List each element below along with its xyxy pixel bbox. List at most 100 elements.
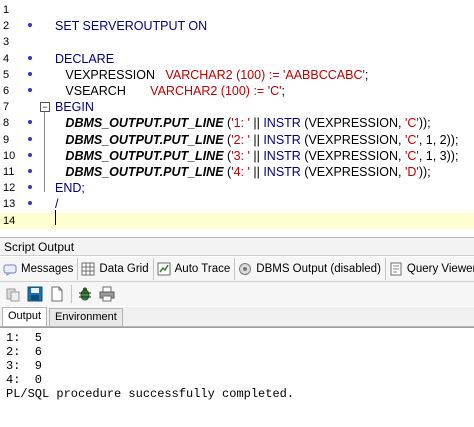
code-line[interactable]: 3	[0, 34, 474, 50]
code-token: , 1, 2));	[418, 132, 459, 147]
code-token: (VEXPRESSION,	[300, 132, 406, 147]
data-grid-icon	[81, 262, 95, 276]
code-token: '3: '	[231, 148, 250, 163]
output-line: PL/SQL procedure successfully completed.	[6, 387, 295, 401]
code-line[interactable]: 7 − BEGIN	[0, 99, 474, 115]
code-text: BEGIN	[55, 99, 94, 115]
code-token: DBMS_OUTPUT.PUT_LINE	[65, 165, 224, 179]
code-token: '1: '	[231, 116, 250, 131]
code-token: ||	[249, 148, 264, 163]
code-line[interactable]: 9 DBMS_OUTPUT.PUT_LINE ('2: ' || INSTR (…	[0, 132, 474, 148]
text-caret	[55, 210, 56, 225]
script-output-area[interactable]: 1: 5 2: 6 3: 9 4: 0 PL/SQL procedure suc…	[0, 327, 474, 427]
code-line[interactable]: 10 DBMS_OUTPUT.PUT_LINE ('3: ' || INSTR …	[0, 148, 474, 164]
line-number: 8	[3, 117, 10, 130]
line-number: 14	[3, 214, 16, 227]
breakpoint-dot-icon[interactable]	[28, 88, 32, 92]
code-token: '2: '	[231, 132, 250, 147]
tab-environment[interactable]: Environment	[49, 308, 123, 326]
new-document-button[interactable]	[48, 285, 66, 303]
breakpoint-dot-icon[interactable]	[28, 152, 32, 157]
fold-toggle-icon[interactable]: −	[40, 102, 50, 113]
code-token: VARCHAR2 (100) :=	[165, 67, 283, 82]
print-button[interactable]	[98, 285, 116, 303]
line-number: 10	[3, 149, 16, 162]
code-line[interactable]: 11 DBMS_OUTPUT.PUT_LINE ('4: ' || INSTR …	[0, 164, 474, 180]
copy-button[interactable]	[4, 285, 22, 303]
printer-icon	[99, 286, 115, 302]
line-number: 13	[3, 198, 16, 211]
code-text: DBMS_OUTPUT.PUT_LINE ('2: ' || INSTR (VE…	[55, 132, 458, 148]
code-line[interactable]: 2 SET SERVEROUTPUT ON	[0, 18, 474, 34]
output-line: 1: 5	[6, 331, 43, 345]
code-token: DBMS_OUTPUT.PUT_LINE	[65, 132, 224, 147]
output-inner-tabs: Output Environment	[0, 307, 474, 327]
save-button[interactable]	[26, 285, 44, 303]
tab-messages-label: Messages	[21, 263, 74, 275]
code-text: VSEARCH VARCHAR2 (100) := 'C';	[55, 83, 285, 99]
code-token: 'C'	[267, 84, 282, 98]
code-token: 'C'	[405, 148, 419, 163]
code-line[interactable]: 13/	[0, 196, 474, 212]
code-token: 'AABBCCABC'	[282, 67, 365, 82]
code-text: DECLARE	[55, 51, 114, 67]
code-token: ||	[249, 132, 264, 147]
auto-trace-icon	[157, 262, 171, 276]
code-line[interactable]: 5 VEXPRESSION VARCHAR2 (100) := 'AABBCCA…	[0, 67, 474, 83]
code-line[interactable]: 1	[0, 2, 474, 18]
tab-query-viewer[interactable]: Query Viewer	[386, 258, 474, 280]
code-token: ||	[249, 165, 264, 179]
tab-output[interactable]: Output	[2, 307, 48, 326]
bug-icon	[79, 287, 91, 301]
line-number: 3	[3, 36, 10, 49]
breakpoint-dot-icon[interactable]	[28, 136, 32, 141]
output-line: 3: 9	[6, 359, 43, 373]
code-token: END;	[55, 181, 85, 196]
code-token: VARCHAR2 (100) :=	[150, 84, 268, 98]
tab-data-grid[interactable]: Data Grid	[78, 258, 154, 280]
code-line[interactable]: 12 END;	[0, 180, 474, 196]
line-number: 1	[3, 4, 10, 16]
breakpoint-dot-icon[interactable]	[28, 120, 32, 125]
code-line[interactable]: 6 VSEARCH VARCHAR2 (100) := 'C';	[0, 83, 474, 99]
new-document-icon	[51, 286, 63, 302]
code-token: DBMS_OUTPUT.PUT_LINE	[65, 116, 224, 131]
dbms-output-icon	[238, 262, 252, 276]
code-token: (VEXPRESSION,	[300, 148, 406, 163]
code-token: SET SERVEROUTPUT ON	[55, 19, 208, 34]
code-token: BEGIN	[55, 100, 94, 115]
code-token: 'C'	[405, 116, 419, 131]
line-number: 7	[3, 101, 10, 114]
tab-messages[interactable]: Messages	[0, 258, 79, 280]
fold-guide	[44, 112, 45, 192]
code-text: DBMS_OUTPUT.PUT_LINE ('3: ' || INSTR (VE…	[55, 148, 458, 164]
line-number: 11	[3, 166, 15, 178]
breakpoint-dot-icon[interactable]	[28, 185, 32, 190]
code-token: DECLARE	[55, 51, 115, 66]
breakpoint-dot-icon[interactable]	[28, 71, 32, 76]
code-token: , 1, 3));	[418, 148, 459, 163]
code-line[interactable]: 8 DBMS_OUTPUT.PUT_LINE ('1: ' || INSTR (…	[0, 115, 474, 131]
code-text: END;	[55, 180, 85, 196]
query-viewer-icon	[389, 262, 403, 276]
tab-auto-trace[interactable]: Auto Trace	[154, 258, 236, 280]
line-number: 6	[3, 85, 10, 97]
code-line[interactable]: 4 DECLARE	[0, 51, 474, 67]
breakpoint-dot-icon[interactable]	[28, 23, 32, 28]
save-icon	[27, 286, 43, 302]
breakpoint-dot-icon[interactable]	[28, 169, 32, 173]
run-debug-button[interactable]	[76, 285, 94, 303]
tab-dbms-output[interactable]: DBMS Output (disabled)	[235, 258, 386, 280]
tab-query-viewer-label: Query Viewer	[406, 263, 474, 275]
code-text: SET SERVEROUTPUT ON	[55, 18, 207, 34]
breakpoint-dot-icon[interactable]	[28, 201, 32, 206]
tab-auto-trace-label: Auto Trace	[174, 263, 231, 275]
breakpoint-dot-icon[interactable]	[28, 55, 32, 60]
code-line[interactable]: 14	[0, 212, 474, 229]
sql-editor[interactable]: 1 2 SET SERVEROUTPUT ON 3 4 DECLARE 5 VEXPRESS…	[0, 0, 474, 238]
output-toolbar	[0, 282, 474, 306]
line-number: 2	[3, 20, 10, 33]
code-text: DBMS_OUTPUT.PUT_LINE ('1: ' || INSTR (VE…	[55, 115, 430, 131]
